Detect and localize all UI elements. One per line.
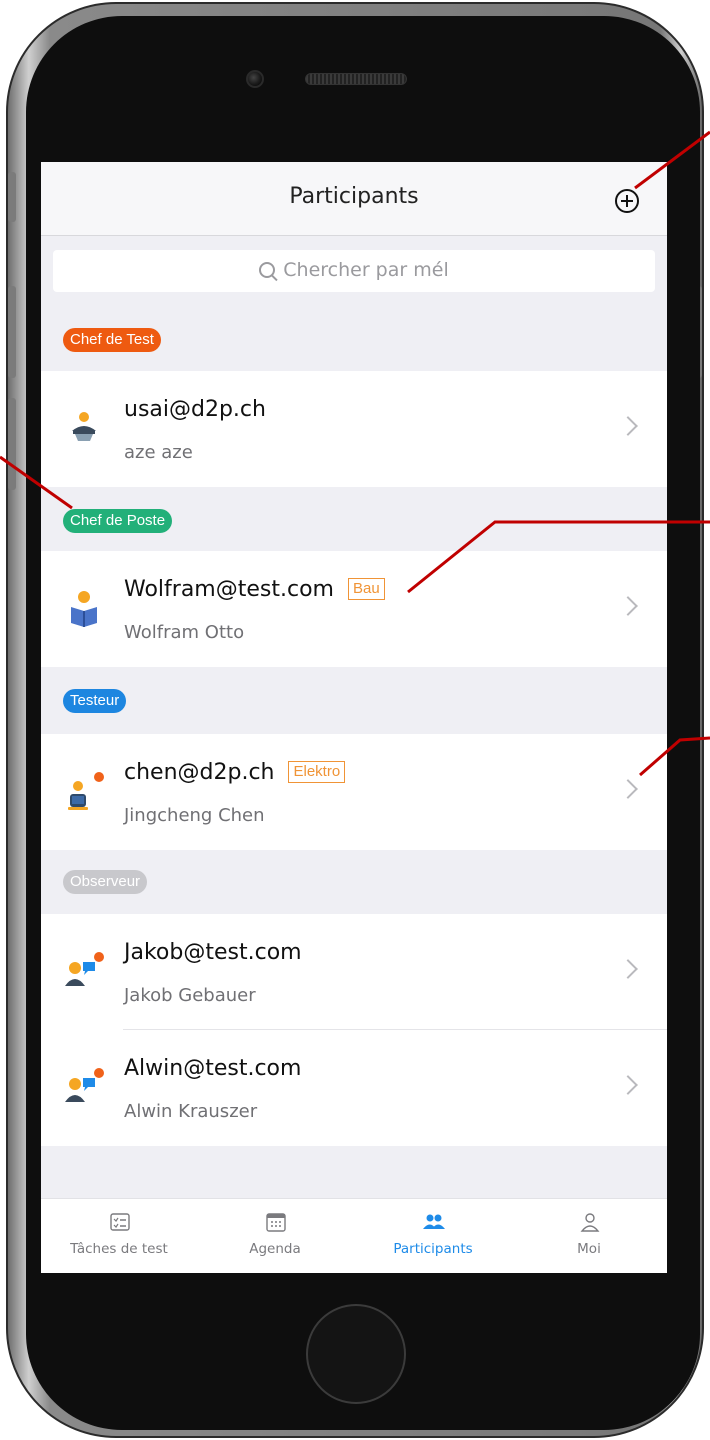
earpiece-speaker <box>305 73 407 85</box>
section-header-chef-de-test: Chef de Test <box>41 307 667 371</box>
participant-name: Jingcheng Chen <box>124 805 265 826</box>
participant-email: Alwin@test.com <box>124 1056 302 1081</box>
participant-email: chen@d2p.ch Elektro <box>124 760 346 785</box>
observer-avatar-icon <box>65 952 104 986</box>
tab-label: Participants <box>393 1241 473 1257</box>
mute-switch <box>8 172 16 222</box>
search-placeholder: Chercher par mél <box>283 259 449 281</box>
page-title: Participants <box>289 184 419 209</box>
participant-row[interactable]: Alwin@test.com Alwin Krauszer <box>41 1030 667 1146</box>
tab-agenda[interactable]: Agenda <box>197 1199 353 1273</box>
home-button[interactable] <box>306 1304 406 1404</box>
front-camera-icon <box>246 70 264 88</box>
section-header-chef-de-poste: Chef de Poste <box>41 487 667 551</box>
participant-name: Jakob Gebauer <box>124 985 256 1006</box>
participant-row[interactable]: chen@d2p.ch Elektro Jingcheng Chen <box>41 734 667 850</box>
participant-row[interactable]: usai@d2p.ch aze aze <box>41 371 667 487</box>
trade-tag: Elektro <box>288 761 346 783</box>
participants-icon <box>423 1214 445 1229</box>
participant-row[interactable]: Wolfram@test.com Bau Wolfram Otto <box>41 551 667 667</box>
observer-avatar-icon <box>65 1068 104 1102</box>
participant-email: usai@d2p.ch <box>124 397 266 422</box>
role-badge-observeur: Observeur <box>63 870 148 894</box>
navigation-bar: Participants <box>41 162 667 236</box>
calendar-icon <box>266 1213 286 1232</box>
tab-participants[interactable]: Participants <box>355 1199 511 1273</box>
tab-moi[interactable]: Moi <box>511 1199 667 1273</box>
trade-tag: Bau <box>347 578 385 600</box>
participant-name: Alwin Krauszer <box>124 1101 258 1122</box>
app-screen: Participants Chercher par mél Chef de Te… <box>41 162 667 1273</box>
participant-name: aze aze <box>124 442 193 463</box>
person-icon <box>580 1213 600 1232</box>
volume-down-button <box>8 398 16 490</box>
plus-circle-icon[interactable] <box>615 189 639 213</box>
participant-email: Jakob@test.com <box>124 940 302 965</box>
participant-email: Wolfram@test.com Bau <box>124 577 385 602</box>
role-badge-chef-de-poste: Chef de Poste <box>63 509 173 533</box>
chevron-right-icon <box>618 596 638 616</box>
chevron-right-icon <box>618 779 638 799</box>
section-header-testeur: Testeur <box>41 667 667 734</box>
reader-avatar-icon <box>71 591 97 627</box>
task-list-icon <box>110 1213 130 1231</box>
search-input[interactable]: Chercher par mél <box>53 250 655 292</box>
search-icon <box>259 262 276 278</box>
tab-label: Tâches de test <box>70 1241 168 1257</box>
chevron-right-icon <box>618 1075 638 1095</box>
chevron-right-icon <box>618 959 638 979</box>
tab-bar: Tâches de test Agenda Participants Moi <box>41 1198 667 1273</box>
tab-label: Moi <box>577 1241 601 1257</box>
role-badge-chef-de-test: Chef de Test <box>63 328 161 352</box>
section-header-observeur: Observeur <box>41 850 667 914</box>
chevron-right-icon <box>618 416 638 436</box>
tester-avatar-icon <box>68 772 104 810</box>
volume-up-button <box>8 286 16 378</box>
participant-name: Wolfram Otto <box>124 622 245 643</box>
tab-label: Agenda <box>249 1241 301 1257</box>
chef-de-test-avatar-icon <box>72 412 96 441</box>
tab-taches-de-test[interactable]: Tâches de test <box>41 1199 197 1273</box>
role-badge-testeur: Testeur <box>63 689 127 713</box>
participant-row[interactable]: Jakob@test.com Jakob Gebauer <box>41 914 667 1030</box>
